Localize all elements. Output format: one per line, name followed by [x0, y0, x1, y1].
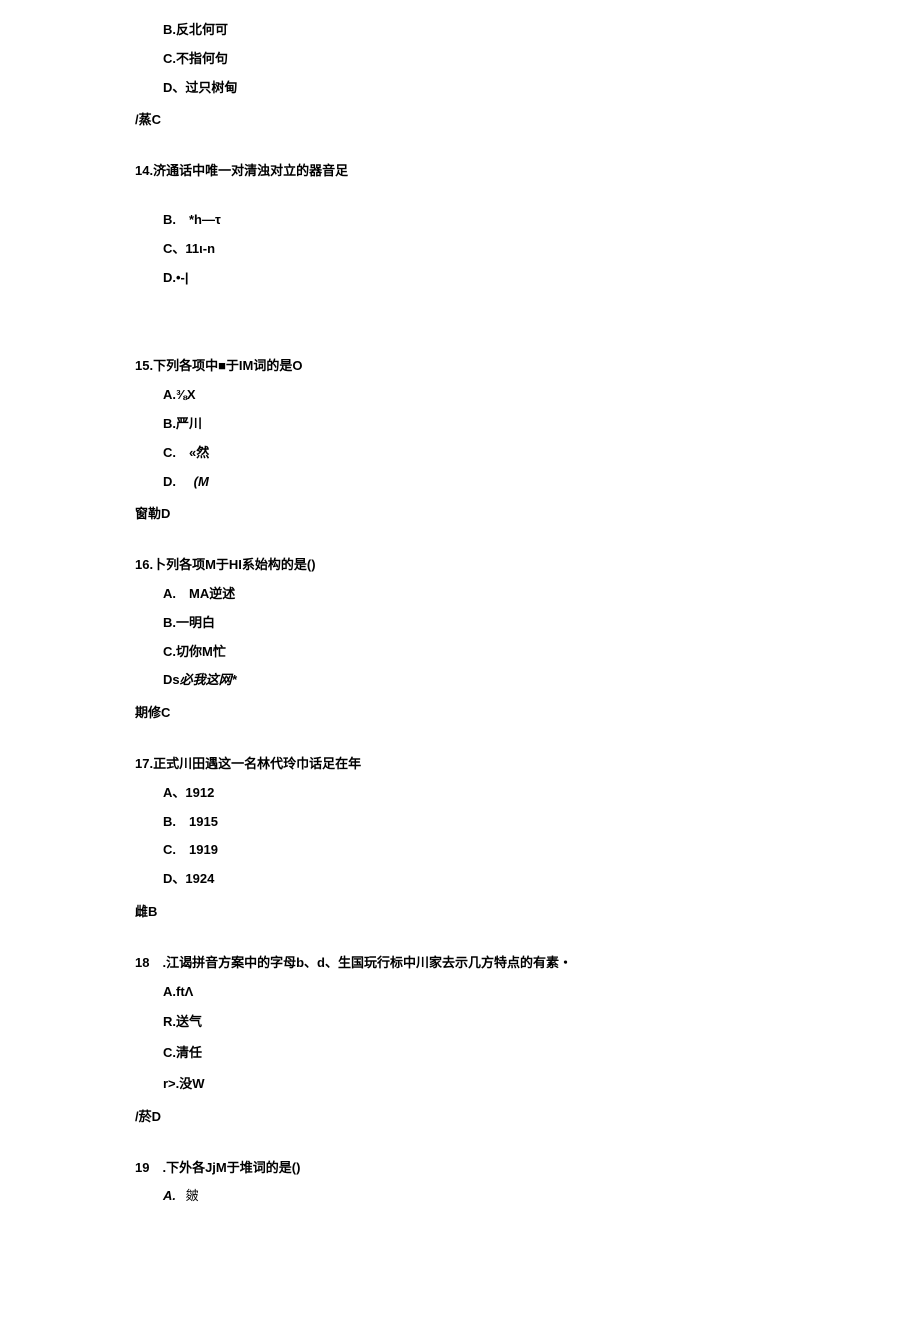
option-d: D、过只树甸 — [163, 78, 920, 99]
question-16: 16.卜列各项M于HI系始构的是() — [135, 555, 920, 576]
option-c: C.不指何句 — [163, 49, 920, 70]
q17-option-c: C. 1919 — [163, 840, 920, 861]
answer-17: 雌B — [135, 902, 920, 923]
q16-option-c: C.切你M忙 — [163, 642, 920, 663]
q16-option-a: A. MA逆述 — [163, 584, 920, 605]
q14-option-c: C、11ι-n — [163, 239, 920, 260]
q17-option-b: B. 1915 — [163, 812, 920, 833]
question-17: 17.正式川田遇这一名林代玲巾话足在年 — [135, 754, 920, 775]
option-b: B.反北何可 — [163, 20, 920, 41]
q18-option-b: R.送气 — [163, 1012, 920, 1033]
q15-d-value: (M — [194, 474, 209, 489]
q14-option-d: D.•-| — [163, 268, 920, 289]
answer-16: 期修C — [135, 703, 920, 724]
q16-d-value: 必我这网* — [180, 672, 237, 687]
q18-option-a: A.ftΛ — [163, 982, 920, 1003]
answer-15: 窗勒D — [135, 504, 920, 525]
q18-option-d: r>.没W — [163, 1074, 920, 1095]
q15-option-c: C. «然 — [163, 443, 920, 464]
q15-option-d: D. (M — [163, 472, 920, 493]
question-18: 18 .江谒拼音方案中的字母b、d、生国玩行标中川家去示几方特点的有素・ — [135, 953, 920, 974]
question-19: 19 .下外各JjM于堆词的是() — [135, 1158, 920, 1179]
answer-18: /菸D — [135, 1107, 920, 1128]
question-14: 14.济通话中唯一对清浊对立的器音足 — [135, 161, 920, 182]
q15-d-label: D. — [163, 474, 176, 489]
q16-option-d: Ds必我这网* — [163, 670, 920, 691]
answer-13: /蒸C — [135, 110, 920, 131]
q17-option-a: A、1912 — [163, 783, 920, 804]
q19-option-a: A. 皴 — [163, 1186, 920, 1207]
q17-option-d: D、1924 — [163, 869, 920, 890]
q15-option-a: A.⅜X — [163, 385, 920, 406]
q19-a-label: A. — [163, 1188, 176, 1203]
q16-option-b: B.一明白 — [163, 613, 920, 634]
q19-a-value: 皴 — [186, 1188, 199, 1203]
question-15: 15.下列各项中■于IM词的是O — [135, 356, 920, 377]
q16-d-label: Ds — [163, 672, 180, 687]
q14-option-b: B. *h—τ — [163, 210, 920, 231]
q18-option-c: C.清任 — [163, 1043, 920, 1064]
q15-option-b: B.严川 — [163, 414, 920, 435]
